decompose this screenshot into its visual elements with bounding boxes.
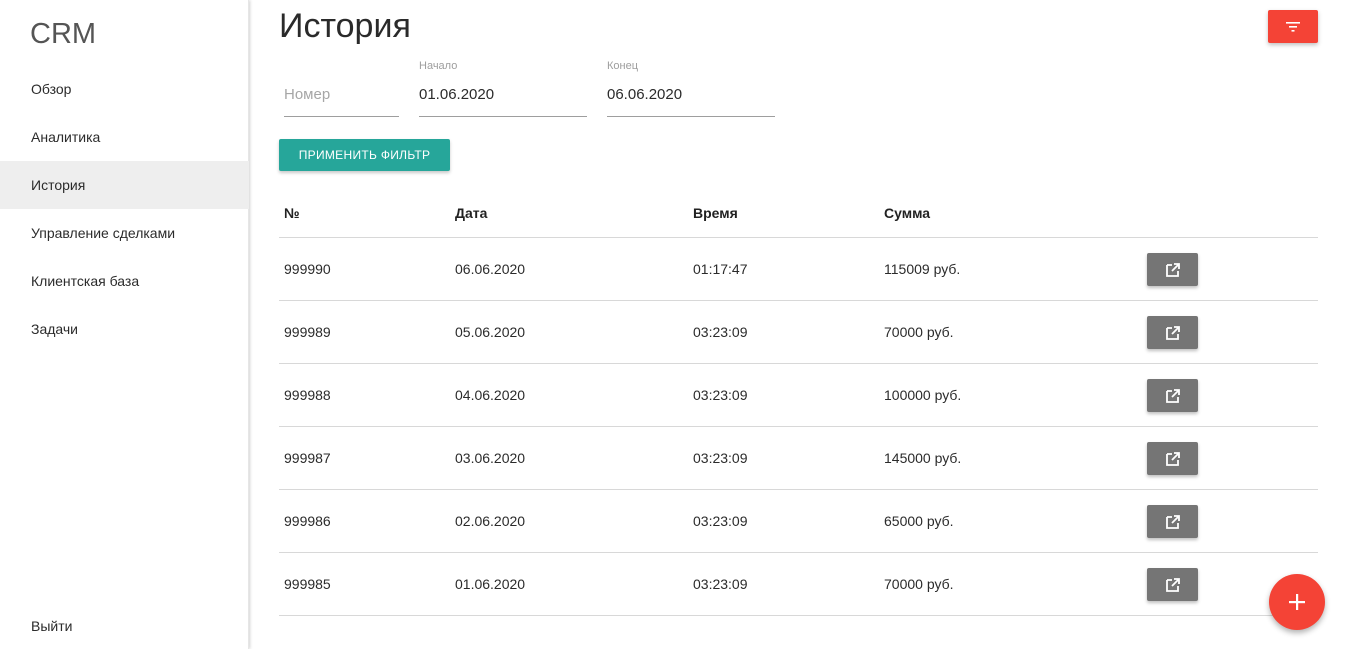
cell-date: 01.06.2020 bbox=[455, 576, 526, 592]
header-date: Дата bbox=[455, 205, 488, 221]
open-record-button[interactable] bbox=[1147, 442, 1198, 475]
brand-logo: CRM bbox=[30, 18, 97, 50]
table-row: 999989 05.06.2020 03:23:09 70000 руб. bbox=[279, 301, 1318, 364]
cell-sum: 100000 руб. bbox=[884, 387, 962, 403]
add-icon bbox=[1289, 594, 1305, 610]
end-date-label: Конец bbox=[607, 60, 639, 72]
cell-time: 03:23:09 bbox=[693, 450, 748, 466]
history-table: № Дата Время Сумма 999990 06.06.2020 01:… bbox=[279, 190, 1318, 616]
sidebar: CRM Обзор Аналитика История Управление с… bbox=[0, 0, 249, 649]
end-date-underline bbox=[607, 116, 775, 117]
cell-sum: 70000 руб. bbox=[884, 324, 954, 340]
number-underline bbox=[284, 116, 399, 117]
open-in-new-icon bbox=[1165, 325, 1180, 340]
cell-time: 03:23:09 bbox=[693, 387, 748, 403]
cell-number: 999985 bbox=[284, 576, 331, 592]
open-record-button[interactable] bbox=[1147, 379, 1198, 412]
open-in-new-icon bbox=[1165, 577, 1180, 592]
cell-sum: 115009 руб. bbox=[884, 261, 961, 277]
sidebar-item-clients[interactable]: Клиентская база bbox=[0, 257, 249, 305]
header-sum: Сумма bbox=[884, 205, 931, 221]
cell-time: 03:23:09 bbox=[693, 576, 748, 592]
open-record-button[interactable] bbox=[1147, 316, 1198, 349]
cell-sum: 65000 руб. bbox=[884, 513, 954, 529]
start-date-input[interactable] bbox=[419, 86, 587, 103]
sidebar-item-overview[interactable]: Обзор bbox=[0, 65, 249, 113]
sidebar-item-tasks[interactable]: Задачи bbox=[0, 305, 249, 353]
sidebar-item-deals[interactable]: Управление сделками bbox=[0, 209, 249, 257]
cell-sum: 70000 руб. bbox=[884, 576, 954, 592]
header-number: № bbox=[284, 205, 300, 221]
cell-date: 04.06.2020 bbox=[455, 387, 526, 403]
table-row: 999987 03.06.2020 03:23:09 145000 руб. bbox=[279, 427, 1318, 490]
header-time: Время bbox=[693, 205, 738, 221]
sidebar-item-analytics[interactable]: Аналитика bbox=[0, 113, 249, 161]
filter-toggle-button[interactable] bbox=[1268, 10, 1318, 43]
cell-number: 999989 bbox=[284, 324, 331, 340]
number-input[interactable] bbox=[284, 86, 399, 103]
start-date-underline bbox=[419, 116, 587, 117]
cell-number: 999987 bbox=[284, 450, 331, 466]
cell-time: 03:23:09 bbox=[693, 324, 748, 340]
filter-list-icon bbox=[1286, 21, 1300, 32]
main-content: История Начало Конец Применить фильтр № … bbox=[250, 0, 1345, 649]
open-record-button[interactable] bbox=[1147, 253, 1198, 286]
cell-number: 999986 bbox=[284, 513, 331, 529]
cell-time: 03:23:09 bbox=[693, 513, 748, 529]
sidebar-item-history[interactable]: История bbox=[0, 161, 249, 209]
table-row: 999990 06.06.2020 01:17:47 115009 руб. bbox=[279, 238, 1318, 301]
sidebar-nav: Обзор Аналитика История Управление сделк… bbox=[0, 65, 249, 353]
cell-sum: 145000 руб. bbox=[884, 450, 962, 466]
open-in-new-icon bbox=[1165, 262, 1180, 277]
cell-date: 03.06.2020 bbox=[455, 450, 526, 466]
add-button[interactable] bbox=[1269, 574, 1325, 630]
open-in-new-icon bbox=[1165, 451, 1180, 466]
table-row: 999986 02.06.2020 03:23:09 65000 руб. bbox=[279, 490, 1318, 553]
logout-link[interactable]: Выйти bbox=[31, 618, 72, 634]
table-row: 999988 04.06.2020 03:23:09 100000 руб. bbox=[279, 364, 1318, 427]
open-record-button[interactable] bbox=[1147, 568, 1198, 601]
open-record-button[interactable] bbox=[1147, 505, 1198, 538]
apply-filter-button[interactable]: Применить фильтр bbox=[279, 139, 450, 171]
cell-date: 06.06.2020 bbox=[455, 261, 526, 277]
cell-number: 999988 bbox=[284, 387, 331, 403]
table-row: 999985 01.06.2020 03:23:09 70000 руб. bbox=[279, 553, 1318, 616]
start-date-label: Начало bbox=[419, 60, 458, 72]
table-header: № Дата Время Сумма bbox=[279, 190, 1318, 238]
cell-date: 02.06.2020 bbox=[455, 513, 526, 529]
page-title: История bbox=[279, 7, 411, 45]
end-date-input[interactable] bbox=[607, 86, 775, 103]
cell-time: 01:17:47 bbox=[693, 261, 748, 277]
cell-date: 05.06.2020 bbox=[455, 324, 526, 340]
open-in-new-icon bbox=[1165, 388, 1180, 403]
open-in-new-icon bbox=[1165, 514, 1180, 529]
cell-number: 999990 bbox=[284, 261, 331, 277]
